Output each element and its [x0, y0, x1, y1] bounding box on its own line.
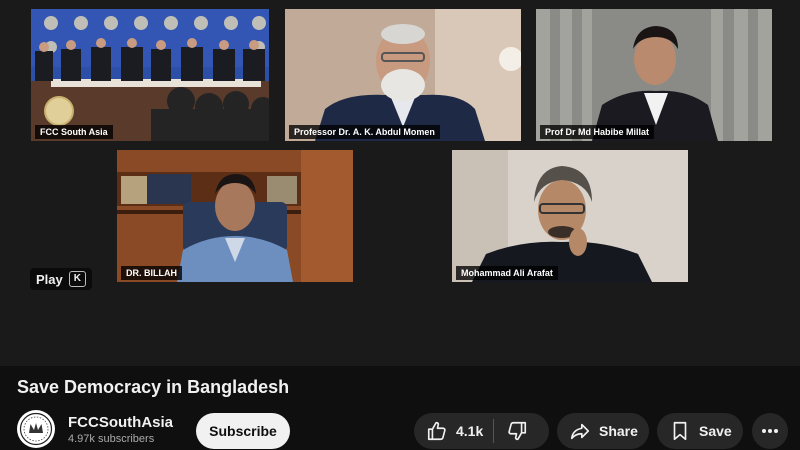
play-shortcut-hint: Play K: [30, 268, 92, 290]
subscribe-button[interactable]: Subscribe: [196, 413, 290, 449]
video-player[interactable]: FCC South Asia Professor Dr. A. K. Abdul…: [0, 0, 800, 366]
more-actions-button[interactable]: [752, 413, 788, 449]
share-button[interactable]: Share: [557, 413, 649, 449]
like-dislike-group: 4.1k: [414, 413, 549, 449]
share-icon: [570, 423, 590, 440]
video-tile-habibe-millat: Prof Dr Md Habibe Millat: [536, 9, 772, 141]
video-tile-abdul-momen: Professor Dr. A. K. Abdul Momen: [285, 9, 521, 141]
video-tile-ali-arafat: Mohammad Ali Arafat: [452, 150, 688, 282]
thumbs-up-icon: [427, 421, 446, 441]
share-label: Share: [599, 423, 638, 439]
participant-name-tag: Prof Dr Md Habibe Millat: [540, 125, 655, 139]
dislike-button[interactable]: [494, 413, 540, 449]
video-tile-dr-billah: DR. BILLAH: [117, 150, 353, 282]
save-button[interactable]: Save: [657, 413, 743, 449]
keyboard-shortcut-key: K: [68, 271, 86, 287]
participant-name-tag: DR. BILLAH: [121, 266, 182, 280]
fcc-logo-icon: [19, 412, 53, 446]
participant-avatar-arafat: [452, 150, 688, 282]
bookmark-icon: [673, 421, 687, 441]
thumbs-down-icon: [508, 421, 527, 441]
channel-avatar[interactable]: [17, 410, 55, 448]
more-horizontal-icon: [762, 429, 778, 433]
play-hint-label: Play: [36, 271, 63, 287]
participant-avatar-millat: [536, 9, 772, 141]
participant-name-tag: FCC South Asia: [35, 125, 113, 139]
like-count: 4.1k: [456, 423, 484, 439]
participant-name-tag: Mohammad Ali Arafat: [456, 266, 558, 280]
video-title: Save Democracy in Bangladesh: [17, 377, 290, 397]
subscriber-count: 4.97k subscribers: [68, 433, 155, 445]
video-tile-fcc-south-asia: FCC South Asia: [31, 9, 269, 141]
participant-name-tag: Professor Dr. A. K. Abdul Momen: [289, 125, 440, 139]
participant-avatar-billah: [117, 150, 353, 282]
channel-name[interactable]: FCCSouthAsia: [68, 414, 173, 431]
like-button[interactable]: 4.1k: [414, 413, 493, 449]
save-label: Save: [699, 423, 732, 439]
participant-avatar-momen: [315, 9, 521, 141]
conference-scene: [31, 9, 269, 141]
